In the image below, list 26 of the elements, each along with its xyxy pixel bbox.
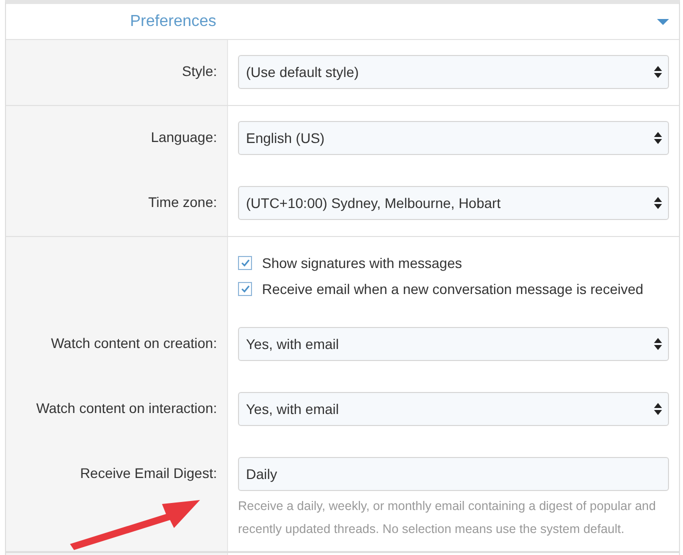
checkbox-label[interactable]: Show signatures with messages: [262, 255, 462, 271]
field-label: Watch content on creation:: [50, 335, 217, 351]
check-icon: [240, 259, 250, 267]
field-label: Time zone:: [148, 194, 217, 210]
section-title: Preferences: [130, 12, 216, 30]
dropdown[interactable]: English (US): [238, 121, 669, 155]
field-label: Watch content on interaction:: [36, 400, 217, 416]
spinner-icon: [654, 338, 662, 350]
spinner-icon: [654, 197, 662, 209]
checkbox[interactable]: [238, 282, 252, 296]
spinner-icon: [654, 132, 662, 144]
dropdown[interactable]: Yes, with email: [238, 392, 669, 426]
checkbox-label[interactable]: Receive email when a new conversation message is received: [262, 281, 644, 297]
hint-text: Receive a daily, weekly, or monthly email containing a digest of popular and recently updated threads. No selection means use the system default.: [238, 498, 657, 538]
field-label: Receive Email Digest:: [80, 465, 217, 481]
spinner-icon: [654, 66, 662, 78]
check-icon: [240, 285, 250, 293]
dropdown[interactable]: (Use default style): [238, 55, 669, 89]
field-label: Language:: [150, 129, 217, 145]
input-field[interactable]: Daily: [238, 457, 669, 491]
checkbox[interactable]: [238, 256, 252, 270]
field-label: Style:: [182, 63, 217, 79]
spinner-icon: [654, 403, 662, 415]
dropdown[interactable]: Yes, with email: [238, 327, 669, 361]
dropdown[interactable]: (UTC+10:00) Sydney, Melbourne, Hobart: [238, 186, 669, 220]
caret-icon[interactable]: [657, 18, 669, 26]
